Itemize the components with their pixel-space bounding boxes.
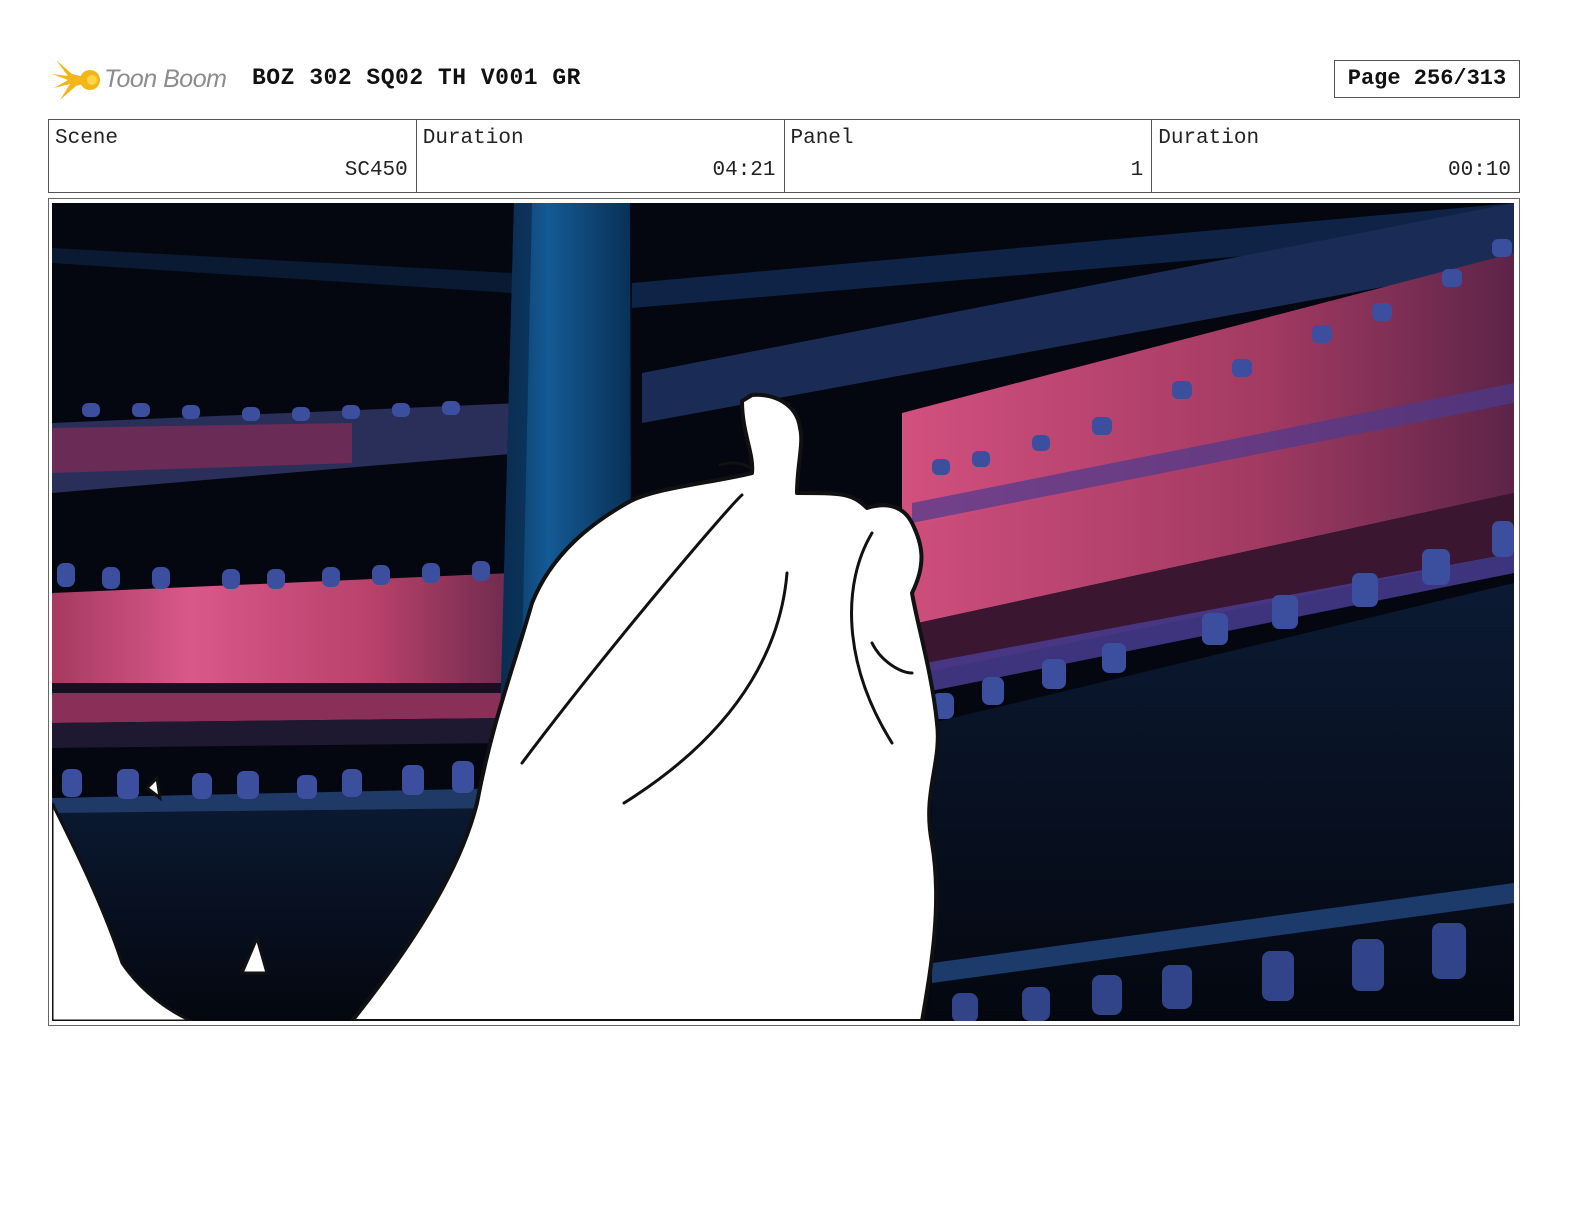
scene-duration-label: Duration [422,127,524,150]
panel-cell: Panel 1 [785,120,1153,192]
panel-duration-label: Duration [1158,127,1260,150]
page-header: Toon Boom BOZ 302 SQ02 TH V001 GR Page 2… [48,54,1520,106]
toon-boom-logo: Toon Boom [52,54,242,106]
panel-duration-value: 00:10 [1447,159,1511,182]
scene-label: Scene [55,127,119,150]
panel-value: 1 [1130,159,1144,182]
scene-info-table: Scene SC450 Duration 04:21 Panel 1 Durat… [48,119,1520,193]
panel-label: Panel [790,127,854,150]
starburst-icon [52,60,100,100]
logo-text: Toon Boom [104,65,227,93]
document-title: BOZ 302 SQ02 TH V001 GR [252,65,581,91]
scene-duration-cell: Duration 04:21 [417,120,785,192]
scene-cell: Scene SC450 [49,120,417,192]
page-number: Page 256/313 [1334,60,1520,98]
storyboard-panel-image [52,203,1514,1021]
storyboard-drawing [52,203,1514,1021]
scene-value: SC450 [344,159,408,182]
panel-duration-cell: Duration 00:10 [1152,120,1519,192]
scene-duration-value: 04:21 [712,159,776,182]
